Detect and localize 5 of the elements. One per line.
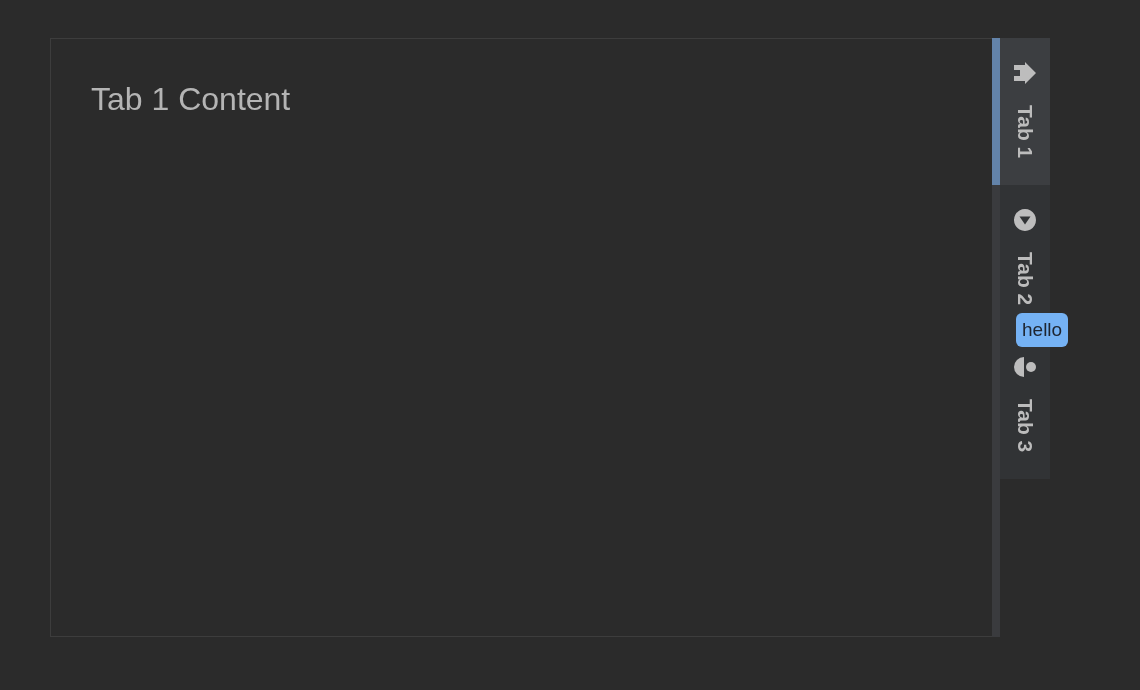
arrow-icon (1013, 61, 1037, 85)
side-tab[interactable]: Tab 1 (992, 38, 1050, 185)
tab-badge: hello (1016, 313, 1069, 347)
person-icon (1013, 355, 1037, 379)
content-text: Tab 1 Content (91, 81, 291, 118)
